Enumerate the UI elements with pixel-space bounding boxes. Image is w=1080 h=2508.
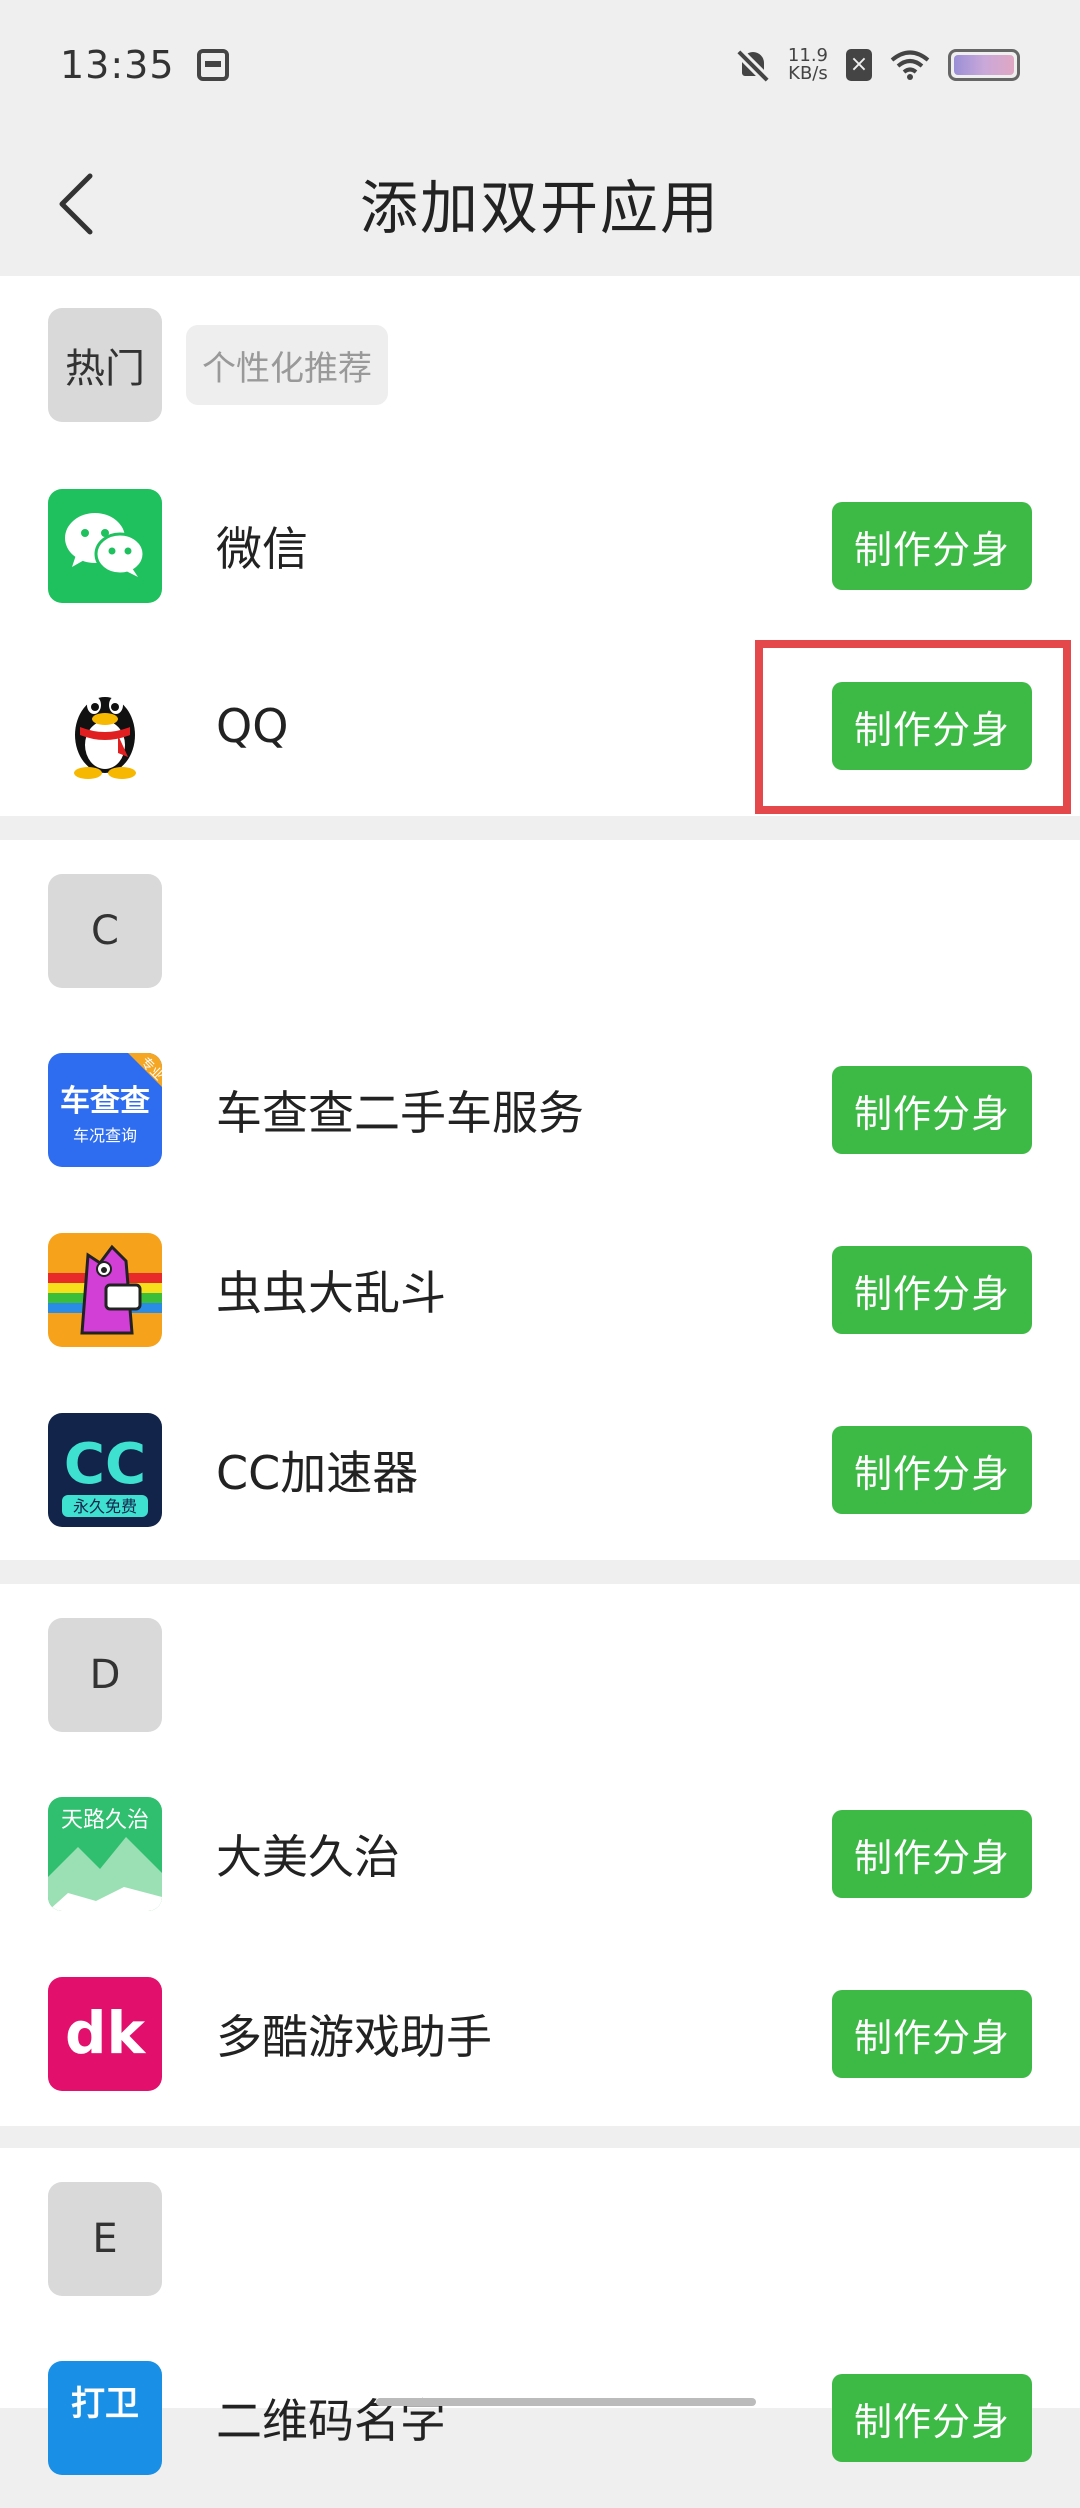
app-row-duoku: dk 多酷游戏助手 制作分身 (0, 1944, 1080, 2124)
group-badge: C (48, 874, 162, 988)
highlight-annotation-box (755, 640, 1071, 814)
x-badge-icon: × (846, 49, 872, 81)
personalized-tag[interactable]: 个性化推荐 (186, 325, 388, 405)
chongchong-icon (48, 1233, 162, 1347)
make-clone-button[interactable]: 制作分身 (832, 502, 1032, 590)
dameijiuzhi-icon: 天路久治 (48, 1797, 162, 1911)
app-row-chongchong: 虫虫大乱斗 制作分身 (0, 1200, 1080, 1380)
duoku-icon: dk (48, 1977, 162, 2091)
group-badge: D (48, 1618, 162, 1732)
section-header: E (48, 2182, 162, 2296)
header: 添加双开应用 (0, 130, 1080, 276)
app-row-dameijiuzhi: 天路久治 大美久治 制作分身 (0, 1764, 1080, 1944)
make-clone-button[interactable]: 制作分身 (832, 1246, 1032, 1334)
app-name: QQ (216, 699, 289, 753)
app-name: 微信 (216, 522, 308, 576)
section-header: C (48, 874, 162, 988)
cc-accelerator-icon: CC 永久免费 (48, 1413, 162, 1527)
icon-text: dk (65, 1999, 147, 2067)
qq-icon (48, 669, 162, 783)
app-row-erweima: 打卫 二维码名字 制作分身 (0, 2328, 1080, 2508)
status-icons: 11.9 KB/s × (736, 47, 1020, 83)
battery-icon (948, 49, 1020, 81)
section-header: D (48, 1618, 162, 1732)
mute-icon (736, 48, 770, 82)
icon-subtext: 永久免费 (73, 1497, 137, 1516)
section-c: C 专业 车查查 车况查询 车查查二手车服务 制作分身 虫虫大乱斗 制作分身 C… (0, 840, 1080, 1560)
app-name: 多酷游戏助手 (216, 2010, 492, 2064)
group-badge: 热门 (48, 308, 162, 422)
chechacha-icon: 专业 车查查 车况查询 (48, 1053, 162, 1167)
make-clone-button[interactable]: 制作分身 (832, 1066, 1032, 1154)
icon-text-bottom: 车况查询 (73, 1126, 137, 1145)
net-speed-unit: KB/s (788, 63, 828, 84)
icon-text: CC (64, 1432, 146, 1497)
app-name: 大美久治 (216, 1830, 400, 1884)
make-clone-button[interactable]: 制作分身 (832, 1426, 1032, 1514)
wifi-icon (890, 50, 930, 80)
section-header: 热门 个性化推荐 (48, 308, 388, 422)
app-name: CC加速器 (216, 1446, 419, 1500)
make-clone-button[interactable]: 制作分身 (832, 2374, 1032, 2462)
make-clone-button[interactable]: 制作分身 (832, 1810, 1032, 1898)
icon-text-top: 车查查 (60, 1084, 150, 1119)
section-e: E 打卫 二维码名字 制作分身 (0, 2148, 1080, 2475)
section-d: D 天路久治 大美久治 制作分身 dk 多酷游戏助手 制作分身 (0, 1584, 1080, 2126)
home-indicator[interactable] (376, 2398, 756, 2406)
erweima-icon: 打卫 (48, 2361, 162, 2475)
app-name: 车查查二手车服务 (216, 1086, 584, 1140)
app-name: 二维码名字 (216, 2394, 446, 2448)
group-badge: E (48, 2182, 162, 2296)
make-clone-button[interactable]: 制作分身 (832, 1990, 1032, 2078)
status-bar: 13:35 11.9 KB/s × (0, 0, 1080, 130)
back-arrow-icon[interactable] (48, 164, 108, 244)
app-name: 虫虫大乱斗 (216, 1266, 446, 1320)
notification-icon (196, 49, 229, 81)
icon-text: 打卫 (71, 2384, 139, 2424)
page-title: 添加双开应用 (359, 174, 720, 242)
net-speed: 11.9 KB/s (788, 47, 828, 83)
app-row-cc-accelerator: CC 永久免费 CC加速器 制作分身 (0, 1380, 1080, 1560)
status-time: 13:35 (60, 43, 175, 87)
icon-text: 天路久治 (61, 1808, 149, 1833)
wechat-icon (48, 489, 162, 603)
app-row-wechat: 微信 制作分身 (0, 456, 1080, 636)
app-row-chechacha: 专业 车查查 车况查询 车查查二手车服务 制作分身 (0, 1020, 1080, 1200)
